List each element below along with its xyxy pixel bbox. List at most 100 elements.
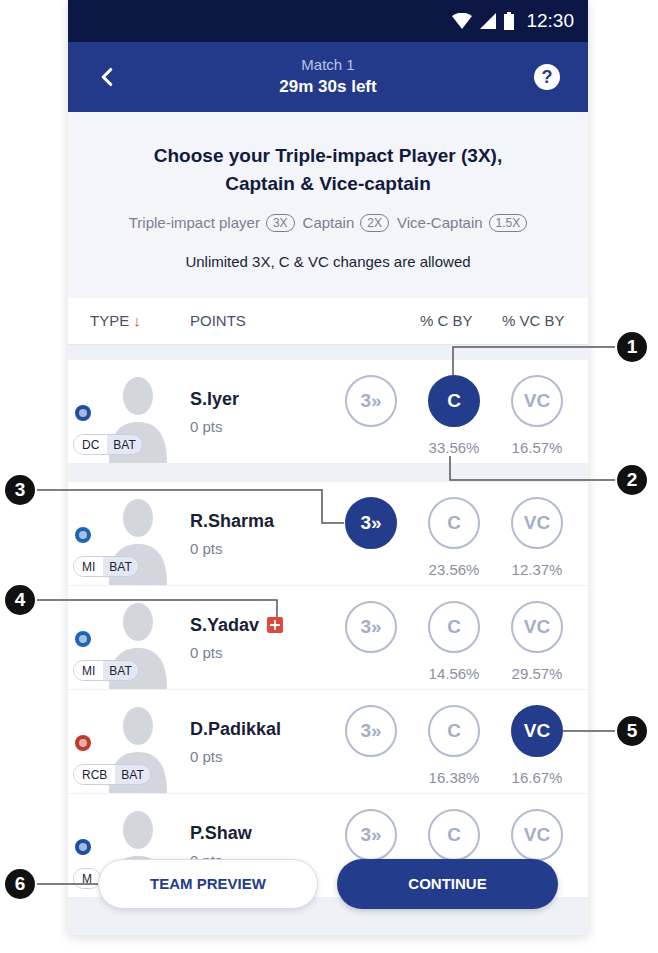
choice-button[interactable]: VC xyxy=(511,705,563,757)
wifi-icon xyxy=(452,13,472,29)
help-button[interactable]: ? xyxy=(534,64,560,90)
callout-marker: 6 xyxy=(3,867,37,901)
multiplier-legend: Triple-impact player 3X Captain 2X Vice-Capt… xyxy=(129,212,528,235)
choice-percent: 16.57% xyxy=(512,439,563,457)
multiplier-badge: 2X xyxy=(360,214,389,232)
status-time: 12:30 xyxy=(526,7,574,36)
player-info: D.Padikkal 0 pts xyxy=(190,690,345,793)
intro-note: Unlimited 3X, C & VC changes are allowed xyxy=(185,251,470,274)
role-label: BAT xyxy=(103,557,137,576)
team-logo-icon xyxy=(74,404,92,422)
sort-arrow[interactable]: ↓ xyxy=(133,310,141,333)
team-label: MI xyxy=(74,557,103,576)
column-header: TYPE↓ POINTS% C BY% VC BY xyxy=(68,298,588,345)
player-row: MIBAT R.Sharma 0 pts3» C 23.56% VC 12.37% xyxy=(68,482,588,585)
choice-percent: 12.37% xyxy=(512,561,563,579)
column-label: POINTS xyxy=(190,310,420,333)
choice-percent: 23.56% xyxy=(429,561,480,579)
player-info: S.Iyer 0 pts xyxy=(190,360,345,463)
callout-marker: 4 xyxy=(3,583,37,617)
multiplier-badge: 1.5X xyxy=(489,214,528,232)
multiplier-label: Vice-Captain xyxy=(397,212,483,235)
choice-button[interactable]: C xyxy=(428,705,480,757)
choice-percent: 33.56% xyxy=(429,439,480,457)
choice-button[interactable]: VC xyxy=(511,375,563,427)
choice-button[interactable]: C xyxy=(428,497,480,549)
choice-button[interactable]: 3» xyxy=(345,809,397,861)
choice-button[interactable]: C xyxy=(428,809,480,861)
choice-button[interactable]: 3» xyxy=(345,705,397,757)
player-row: DCBAT S.Iyer 0 pts3» C 33.56% VC 16.57% xyxy=(68,360,588,463)
player-name: R.Sharma xyxy=(190,510,274,532)
player-points: 0 pts xyxy=(190,540,345,558)
team-label: RCB xyxy=(74,765,115,784)
player-tag: M xyxy=(73,868,101,889)
choice-button[interactable]: VC xyxy=(511,601,563,653)
injury-icon xyxy=(267,617,283,633)
team-preview-button[interactable]: TEAM PREVIEW xyxy=(98,859,318,909)
role-label: BAT xyxy=(103,661,137,680)
player-name: S.Iyer xyxy=(190,388,239,410)
player-avatar: MIBAT xyxy=(68,586,190,689)
header-title: Match 1 xyxy=(301,56,354,74)
player-tag: RCBBAT xyxy=(73,764,151,785)
player-points: 0 pts xyxy=(190,748,345,766)
continue-button[interactable]: CONTINUE xyxy=(337,859,558,909)
column-label: % VC BY xyxy=(502,310,588,333)
callout-marker: 2 xyxy=(615,463,649,497)
callout-marker: 5 xyxy=(615,714,649,748)
team-label: MI xyxy=(74,661,103,680)
role-label: BAT xyxy=(115,765,149,784)
player-avatar: RCBBAT xyxy=(68,690,190,793)
player-info: S.Yadav 0 pts xyxy=(190,586,345,689)
multiplier-badge: 3X xyxy=(266,214,295,232)
team-logo-icon xyxy=(74,734,92,752)
team-logo-icon xyxy=(74,838,92,856)
intro-title: Captain & Vice-captain xyxy=(225,170,431,198)
choice-button[interactable]: C xyxy=(428,601,480,653)
choice-button[interactable]: C xyxy=(428,375,480,427)
column-label: % C BY xyxy=(420,310,502,333)
multiplier-label: Captain xyxy=(303,212,355,235)
choice-percent: 14.56% xyxy=(429,665,480,683)
player-tag: DCBAT xyxy=(73,434,143,455)
status-bar: 12:30 xyxy=(68,0,588,42)
choice-button[interactable]: 3» xyxy=(345,375,397,427)
player-row: MIBATS.Yadav0 pts3»C14.56%VC29.57% xyxy=(68,586,588,689)
callout-marker: 1 xyxy=(615,330,649,364)
back-icon[interactable] xyxy=(92,62,122,92)
player-name: D.Padikkal xyxy=(190,718,281,740)
choice-button[interactable]: 3» xyxy=(345,497,397,549)
choice-percent: 16.38% xyxy=(429,769,480,787)
multiplier-label: Triple-impact player xyxy=(129,212,260,235)
intro-title: Choose your Triple-impact Player (3X), xyxy=(154,142,502,170)
player-name: S.Yadav xyxy=(190,614,259,636)
choice-button[interactable]: 3» xyxy=(345,601,397,653)
player-avatar: MIBAT xyxy=(68,482,190,585)
choice-button[interactable]: VC xyxy=(511,809,563,861)
team-label: DC xyxy=(74,435,107,454)
team-logo-icon xyxy=(74,630,92,648)
player-row: RCBBAT D.Padikkal 0 pts3» C 16.38% VC 16.67% xyxy=(68,690,588,793)
player-tag: MIBAT xyxy=(73,556,139,577)
player-points: 0 pts xyxy=(190,418,345,436)
player-points: 0 pts xyxy=(190,644,345,662)
role-label: BAT xyxy=(107,435,141,454)
choice-button[interactable]: VC xyxy=(511,497,563,549)
signal-icon xyxy=(480,13,496,29)
choice-percent: 16.67% xyxy=(512,769,563,787)
player-avatar: DCBAT xyxy=(68,360,190,463)
player-info: R.Sharma 0 pts xyxy=(190,482,345,585)
intro-panel: Choose your Triple-impact Player (3X),Ca… xyxy=(68,112,588,298)
callout-marker: 3 xyxy=(3,473,37,507)
bottom-actions: TEAM PREVIEW CONTINUE xyxy=(98,859,558,909)
battery-icon xyxy=(504,12,514,30)
column-label[interactable]: TYPE xyxy=(90,310,129,333)
header-subtitle: 29m 30s left xyxy=(279,76,376,98)
callout-lines xyxy=(0,0,658,953)
header-bar: Match 1 29m 30s left? xyxy=(68,42,588,112)
phone-screen: 12:30 Match 1 29m 30s left? Choose your Tri… xyxy=(68,0,588,935)
player-name: P.Shaw xyxy=(190,822,252,844)
team-label: M xyxy=(74,869,100,888)
player-list: DCBATS.Iyer0 pts3»C33.56%VC16.57%MIBATR.… xyxy=(68,345,588,898)
